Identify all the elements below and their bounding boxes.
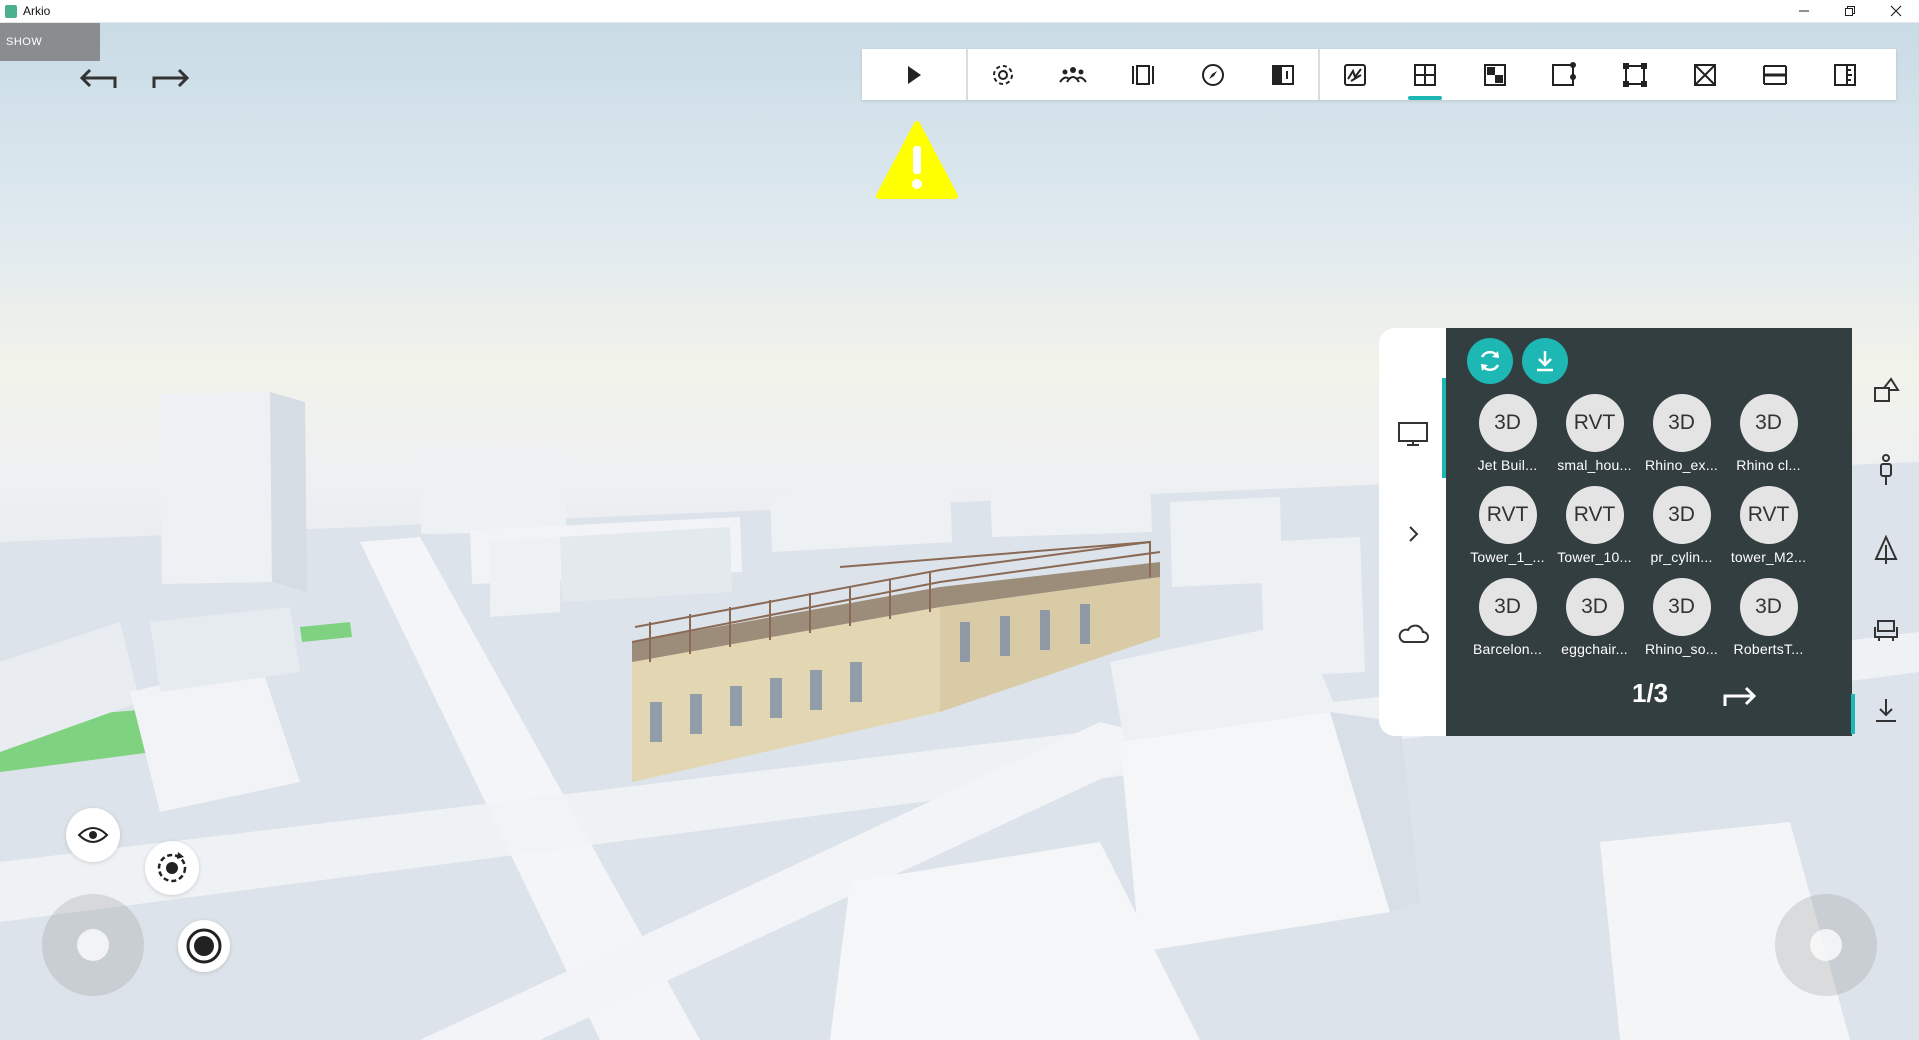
orbit-icon[interactable] [145, 841, 199, 895]
redo-icon[interactable] [148, 62, 194, 96]
window-title: Arkio [23, 4, 51, 18]
model-item[interactable]: RVT tower_M2... [1725, 486, 1812, 565]
model-grid: 3D Jet Buil... RVT smal_hou... 3D Rhino_… [1464, 394, 1834, 657]
person-icon[interactable] [1852, 440, 1919, 500]
model-badge: RVT [1565, 486, 1624, 544]
model-badge: 3D [1478, 578, 1537, 636]
chevron-right-icon[interactable] [1379, 504, 1446, 564]
frame-icon[interactable] [1108, 49, 1178, 100]
model-label: Jet Buil... [1477, 457, 1538, 473]
minimize-icon[interactable] [1781, 0, 1827, 22]
model-item[interactable]: 3D RobertsT... [1725, 578, 1812, 657]
restore-icon[interactable] [1827, 0, 1873, 22]
joystick-knob[interactable] [77, 929, 109, 961]
cut-icon[interactable] [1670, 49, 1740, 100]
window-titlebar: Arkio [0, 0, 1919, 23]
model-item[interactable]: 3D Rhino_ex... [1638, 394, 1725, 473]
gear-icon[interactable] [968, 49, 1038, 100]
model-label: pr_cylin... [1650, 549, 1713, 565]
model-label: Rhino_ex... [1644, 457, 1719, 473]
model-label: Rhino cl... [1736, 457, 1801, 473]
shapes-icon[interactable] [1852, 360, 1919, 420]
move-joystick[interactable] [42, 894, 144, 996]
refresh-icon[interactable] [1467, 338, 1513, 384]
model-item[interactable]: RVT Tower_1_... [1464, 486, 1551, 565]
model-item[interactable]: RVT Tower_10... [1551, 486, 1638, 565]
model-item[interactable]: 3D Barcelon... [1464, 578, 1551, 657]
model-label: Barcelon... [1472, 641, 1543, 657]
tree-icon[interactable] [1852, 520, 1919, 580]
model-label: Rhino_so... [1644, 641, 1719, 657]
undo-icon[interactable] [75, 62, 121, 96]
joystick-knob[interactable] [1810, 929, 1842, 961]
model-item[interactable]: 3D Jet Buil... [1464, 394, 1551, 473]
page-indicator: 1/3 [1632, 678, 1669, 708]
model-badge: 3D [1478, 394, 1537, 452]
record-icon[interactable] [178, 920, 230, 972]
model-badge: 3D [1652, 578, 1711, 636]
model-badge: 3D [1652, 486, 1711, 544]
model-label: tower_M2... [1730, 549, 1807, 565]
top-toolbar [862, 49, 1896, 100]
close-icon[interactable] [1873, 0, 1919, 22]
model-label: Tower_10... [1557, 549, 1632, 565]
model-label: RobertsT... [1733, 641, 1804, 657]
models-panel: 3D Jet Buil... RVT smal_hou... 3D Rhino_… [1379, 328, 1852, 736]
bounds-icon[interactable] [1600, 49, 1670, 100]
play-icon[interactable] [862, 49, 966, 100]
material-icon[interactable] [1460, 49, 1530, 100]
monitor-icon[interactable] [1379, 404, 1446, 464]
cloud-icon[interactable] [1379, 604, 1446, 664]
model-badge: 3D [1565, 578, 1624, 636]
cloud-models-list: 3D Jet Buil... RVT smal_hou... 3D Rhino_… [1446, 328, 1852, 736]
model-label: eggchair... [1561, 641, 1628, 657]
show-button[interactable]: SHOW [0, 22, 100, 61]
warning-icon[interactable] [875, 120, 959, 202]
model-item[interactable]: 3D eggchair... [1551, 578, 1638, 657]
look-joystick[interactable] [1775, 894, 1877, 996]
model-badge: 3D [1739, 394, 1798, 452]
people-icon[interactable] [1038, 49, 1108, 100]
measure-icon[interactable] [1810, 49, 1880, 100]
model-item[interactable]: 3D pr_cylin... [1638, 486, 1725, 565]
model-badge: 3D [1652, 394, 1711, 452]
next-page-arrow-icon[interactable] [1721, 680, 1761, 710]
model-item[interactable]: RVT smal_hou... [1551, 394, 1638, 473]
model-badge: RVT [1478, 486, 1537, 544]
model-badge: RVT [1565, 394, 1624, 452]
select-icon[interactable] [1530, 49, 1600, 100]
compass-icon[interactable] [1178, 49, 1248, 100]
plan-icon[interactable] [1390, 49, 1460, 100]
model-label: smal_hou... [1557, 457, 1632, 473]
levels-icon[interactable] [1740, 49, 1810, 100]
download-icon[interactable] [1522, 338, 1568, 384]
draw-icon[interactable] [1320, 49, 1390, 100]
model-item[interactable]: 3D Rhino cl... [1725, 394, 1812, 473]
import-icon[interactable] [1852, 680, 1919, 740]
right-toolbar-active-indicator [1851, 694, 1855, 734]
model-badge: 3D [1739, 578, 1798, 636]
panel-tabs [1379, 328, 1446, 736]
model-label: Tower_1_... [1470, 549, 1545, 565]
right-toolbar [1852, 360, 1919, 740]
section-icon[interactable] [1248, 49, 1318, 100]
arkio-logo-icon [5, 4, 17, 18]
model-item[interactable]: 3D Rhino_so... [1638, 578, 1725, 657]
3d-viewport[interactable]: SHOW 3D Jet Buil... RVT smal_hou... 3D R… [0, 22, 1919, 1040]
chair-icon[interactable] [1852, 600, 1919, 660]
eye-icon[interactable] [66, 808, 120, 862]
model-badge: RVT [1739, 486, 1798, 544]
